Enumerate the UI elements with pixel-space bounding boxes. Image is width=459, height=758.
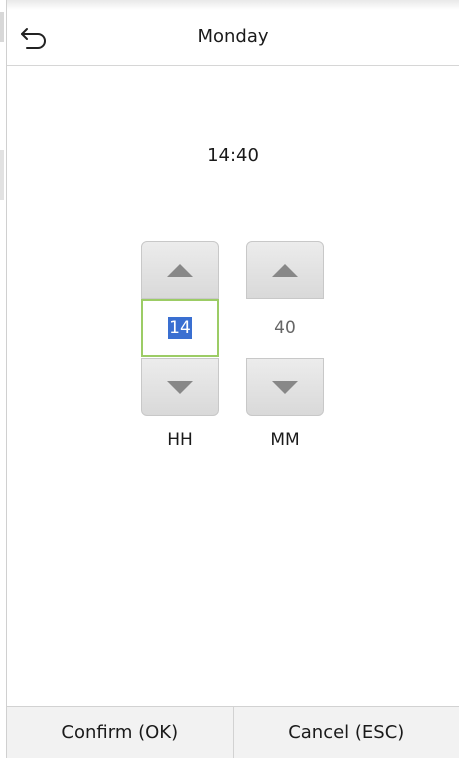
header-bar: Monday — [7, 10, 459, 66]
confirm-button[interactable]: Confirm (OK) — [7, 707, 233, 758]
arrow-up-icon — [272, 263, 298, 277]
hour-label: HH — [167, 430, 193, 450]
minute-label: MM — [270, 430, 300, 450]
left-edge — [0, 0, 7, 758]
hour-value: 14 — [168, 317, 192, 339]
current-time-display: 14:40 — [207, 145, 259, 166]
hour-decrement-button[interactable] — [141, 358, 219, 416]
hour-increment-button[interactable] — [141, 241, 219, 299]
top-shade — [0, 0, 459, 10]
time-setting-screen: Monday 14:40 14 HH 40 MM Confirm (OK) Ca… — [0, 0, 459, 758]
minute-increment-button[interactable] — [246, 241, 324, 299]
arrow-down-icon — [272, 380, 298, 394]
arrow-down-icon — [167, 380, 193, 394]
minute-value: 40 — [274, 318, 296, 338]
footer-bar: Confirm (OK) Cancel (ESC) — [7, 706, 459, 758]
minute-decrement-button[interactable] — [246, 358, 324, 416]
cancel-button[interactable]: Cancel (ESC) — [232, 707, 459, 758]
hour-input[interactable]: 14 — [141, 299, 219, 357]
arrow-up-icon — [167, 263, 193, 277]
minute-input[interactable]: 40 — [246, 299, 324, 357]
page-title: Monday — [197, 26, 269, 47]
